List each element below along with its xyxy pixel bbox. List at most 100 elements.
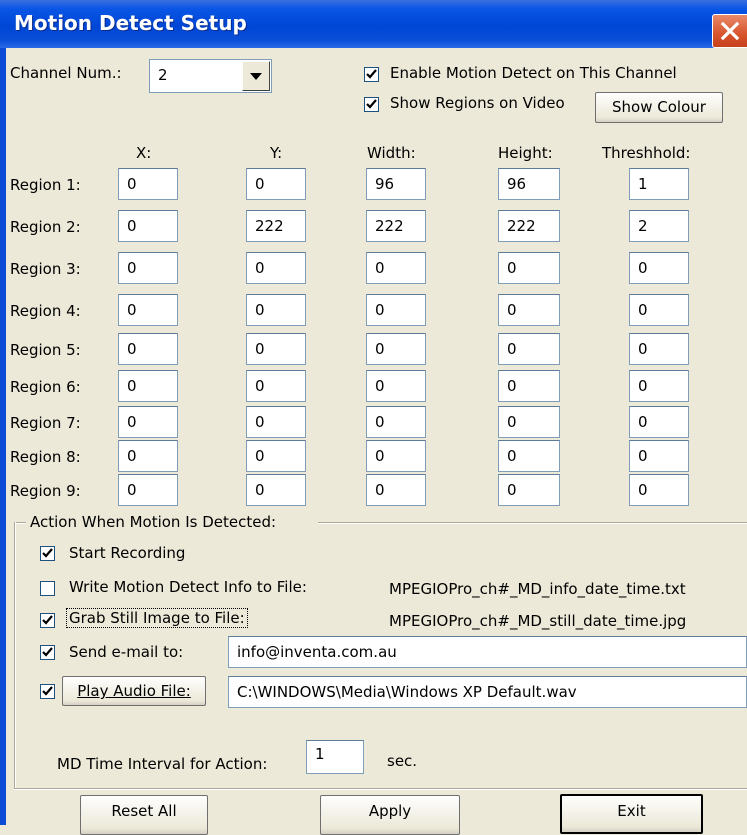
region-y-field[interactable]: 0 (246, 333, 306, 365)
show-colour-button[interactable]: Show Colour (595, 92, 723, 123)
dropdown-button[interactable] (242, 61, 270, 91)
region-x-field[interactable]: 0 (118, 333, 178, 365)
region-height-field[interactable]: 0 (498, 333, 560, 365)
grab-still-label: Grab Still Image to File: (66, 608, 248, 628)
enable-motion-label: Enable Motion Detect on This Channel (390, 64, 677, 82)
checkmark-icon (366, 99, 377, 109)
region-label: Region 8: (10, 448, 81, 466)
region-x-field[interactable]: 0 (118, 210, 178, 242)
checkmark-icon (42, 686, 53, 696)
checkmark-icon (42, 615, 53, 625)
region-x-field[interactable]: 0 (118, 440, 178, 472)
region-threshold-field[interactable]: 0 (629, 370, 689, 402)
chevron-down-icon (250, 73, 262, 80)
apply-button[interactable]: Apply (320, 795, 460, 835)
start-recording-checkbox[interactable] (40, 546, 55, 561)
show-regions-label: Show Regions on Video (390, 94, 565, 112)
play-audio-label: Play Audio File: (77, 682, 191, 700)
channel-label: Channel Num.: (10, 64, 122, 82)
column-header-y: Y: (270, 144, 283, 162)
play-audio-checkbox[interactable] (40, 684, 55, 699)
region-y-field[interactable]: 0 (246, 168, 306, 200)
column-header-x: X: (136, 144, 152, 162)
reset-all-button[interactable]: Reset All (80, 795, 208, 835)
region-width-field[interactable]: 0 (366, 252, 426, 284)
region-x-field[interactable]: 0 (118, 474, 178, 506)
exit-button[interactable]: Exit (560, 794, 703, 834)
checkmark-icon (366, 69, 377, 79)
region-y-field[interactable]: 0 (246, 370, 306, 402)
region-x-field[interactable]: 0 (118, 168, 178, 200)
channel-select[interactable]: 2 (149, 59, 272, 93)
region-width-field[interactable]: 0 (366, 474, 426, 506)
still-filename: MPEGIOPro_ch#_MD_still_date_time.jpg (389, 612, 687, 630)
region-label: Region 9: (10, 482, 81, 500)
region-y-field[interactable]: 0 (246, 440, 306, 472)
region-width-field[interactable]: 0 (366, 333, 426, 365)
region-height-field[interactable]: 0 (498, 474, 560, 506)
email-field[interactable]: info@inventa.com.au (228, 636, 747, 668)
region-y-field[interactable]: 0 (246, 406, 306, 438)
group-border (14, 788, 747, 790)
send-email-checkbox[interactable] (40, 645, 55, 660)
region-threshold-field[interactable]: 0 (629, 252, 689, 284)
region-threshold-field[interactable]: 0 (629, 474, 689, 506)
region-height-field[interactable]: 0 (498, 406, 560, 438)
write-info-checkbox[interactable] (40, 581, 55, 596)
region-threshold-field[interactable]: 1 (629, 168, 689, 200)
window-title: Motion Detect Setup (14, 11, 247, 35)
column-header-width: Width: (367, 144, 416, 162)
region-width-field[interactable]: 0 (366, 370, 426, 402)
action-group-title: Action When Motion Is Detected: (30, 513, 277, 531)
region-x-field[interactable]: 0 (118, 370, 178, 402)
region-y-field[interactable]: 0 (246, 294, 306, 326)
region-height-field[interactable]: 0 (498, 294, 560, 326)
region-label: Region 3: (10, 260, 81, 278)
column-header-height: Height: (498, 144, 553, 162)
group-border (14, 522, 16, 789)
region-width-field[interactable]: 96 (366, 168, 426, 200)
region-label: Region 4: (10, 302, 81, 320)
play-audio-button[interactable]: Play Audio File: (62, 676, 206, 706)
region-label: Region 1: (10, 176, 81, 194)
region-height-field[interactable]: 0 (498, 440, 560, 472)
write-info-label: Write Motion Detect Info to File: (69, 578, 307, 596)
region-width-field[interactable]: 222 (366, 210, 426, 242)
info-filename: MPEGIOPro_ch#_MD_info_date_time.txt (389, 580, 686, 598)
group-border (318, 522, 747, 524)
column-header-threshold: Threshhold: (602, 144, 691, 162)
interval-unit: sec. (387, 752, 418, 770)
region-height-field[interactable]: 96 (498, 168, 560, 200)
region-x-field[interactable]: 0 (118, 294, 178, 326)
region-width-field[interactable]: 0 (366, 406, 426, 438)
interval-label: MD Time Interval for Action: (57, 755, 268, 773)
region-threshold-field[interactable]: 0 (629, 406, 689, 438)
region-label: Region 5: (10, 341, 81, 359)
region-y-field[interactable]: 0 (246, 474, 306, 506)
region-label: Region 2: (10, 218, 81, 236)
audio-file-field[interactable]: C:\WINDOWS\Media\Windows XP Default.wav (228, 676, 747, 708)
region-y-field[interactable]: 222 (246, 210, 306, 242)
enable-motion-checkbox[interactable] (364, 67, 379, 82)
close-button[interactable] (712, 14, 747, 48)
region-label: Region 7: (10, 414, 81, 432)
region-x-field[interactable]: 0 (118, 406, 178, 438)
region-threshold-field[interactable]: 2 (629, 210, 689, 242)
region-y-field[interactable]: 0 (246, 252, 306, 284)
region-threshold-field[interactable]: 0 (629, 333, 689, 365)
close-icon (720, 21, 740, 41)
show-regions-checkbox[interactable] (364, 97, 379, 112)
region-height-field[interactable]: 222 (498, 210, 560, 242)
interval-field[interactable]: 1 (306, 740, 364, 774)
region-width-field[interactable]: 0 (366, 294, 426, 326)
grab-still-checkbox[interactable] (40, 613, 55, 628)
region-height-field[interactable]: 0 (498, 370, 560, 402)
checkmark-icon (42, 548, 53, 558)
region-height-field[interactable]: 0 (498, 252, 560, 284)
region-threshold-field[interactable]: 0 (629, 294, 689, 326)
region-threshold-field[interactable]: 0 (629, 440, 689, 472)
region-label: Region 6: (10, 378, 81, 396)
region-width-field[interactable]: 0 (366, 440, 426, 472)
checkmark-icon (42, 647, 53, 657)
region-x-field[interactable]: 0 (118, 252, 178, 284)
